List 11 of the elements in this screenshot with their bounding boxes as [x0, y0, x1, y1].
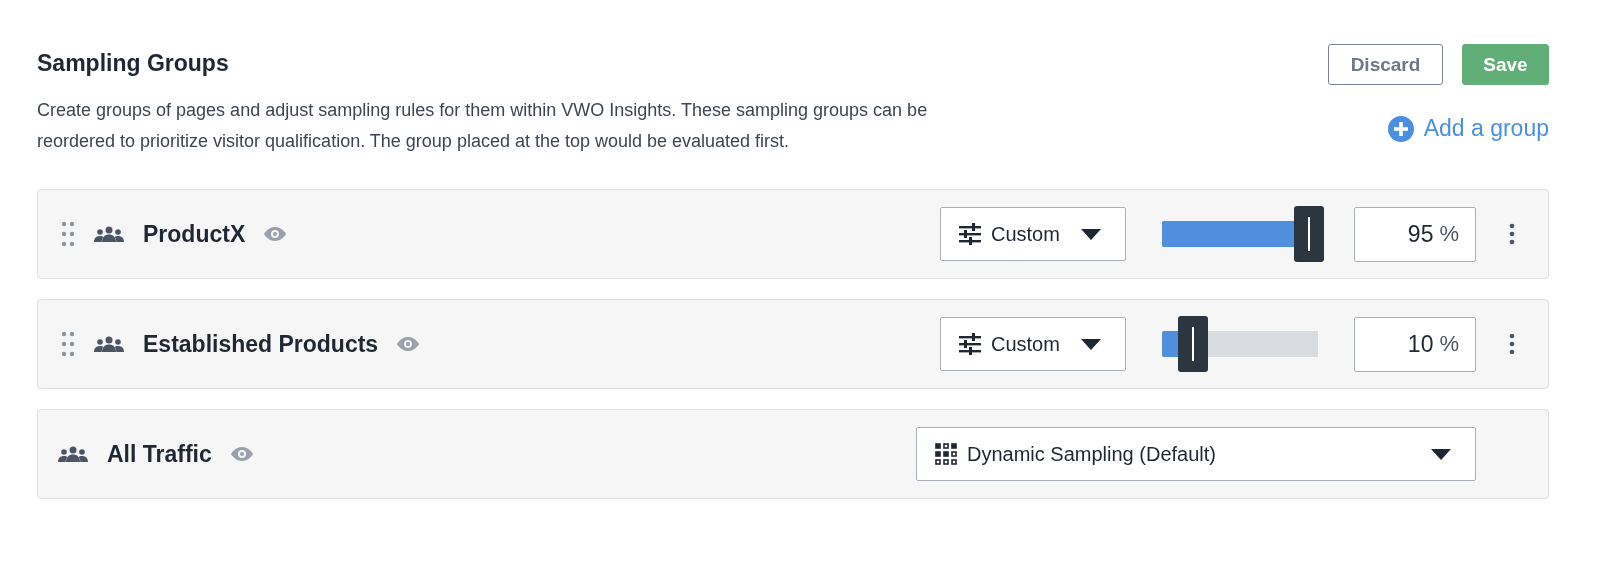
group-name: All Traffic — [107, 440, 212, 468]
percent-field[interactable]: 10 % — [1354, 316, 1476, 372]
percent-field[interactable]: 95 % — [1354, 206, 1476, 262]
mode-dropdown[interactable]: Custom — [940, 317, 1126, 371]
group-name: Established Products — [143, 330, 379, 358]
mode-dropdown[interactable]: Dynamic Sampling (Default) — [916, 427, 1476, 481]
discard-button[interactable]: Discard — [1328, 44, 1443, 85]
group-name: ProductX — [143, 220, 246, 248]
description-text: Create groups of pages and adjust sampling rules for them within VWO Insights. These sampling groups can be reordered to prioritize visitor qualification. The group placed at the top would be evaluated first. — [37, 99, 929, 153]
section-title: Sampling Groups — [37, 50, 229, 78]
mode-dropdown[interactable]: Custom — [940, 207, 1126, 261]
